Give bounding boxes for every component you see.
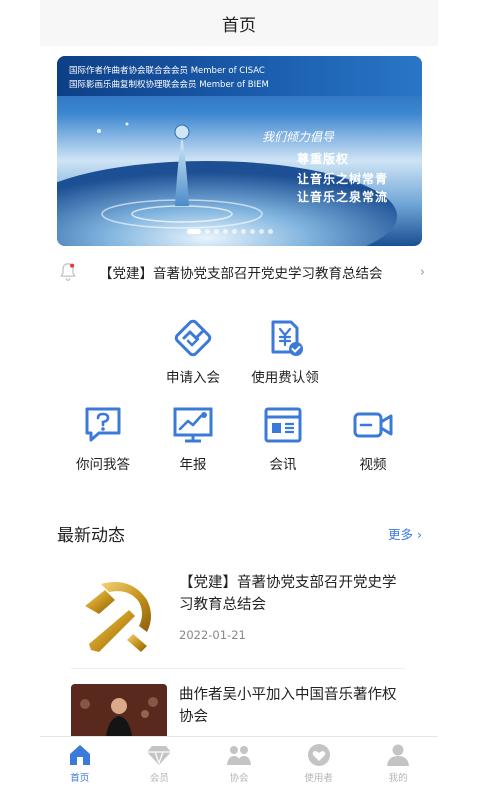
page-title: 首页 xyxy=(222,15,256,36)
carousel-dot[interactable] xyxy=(187,229,201,234)
shortcut-annual-report[interactable]: 年报 xyxy=(153,403,233,473)
carousel-dot[interactable] xyxy=(250,229,255,234)
tab-label: 会员 xyxy=(149,773,169,784)
banner-slogan-1: 我们倾力倡导 xyxy=(262,130,335,144)
home-icon xyxy=(69,745,90,765)
carousel-dot[interactable] xyxy=(241,229,246,234)
banner-carousel[interactable]: 国际作者作曲者协会联合会会员 Member of CISAC 国际影画乐曲复制权… xyxy=(57,56,422,246)
news-card-icon xyxy=(264,407,302,443)
news-date: 2022-01-21 xyxy=(179,628,246,642)
banner-slogan-4: 让音乐之泉常流 xyxy=(297,190,389,204)
shortcut-royalty-claim[interactable]: 使用费认领 xyxy=(245,316,325,386)
tab-members[interactable]: 会员 xyxy=(124,743,194,800)
group-icon xyxy=(226,746,251,765)
carousel-dot[interactable] xyxy=(223,229,228,234)
news-title: 曲作者吴小平加入中国音乐著作权协会 xyxy=(179,687,397,725)
shortcut-newsletter[interactable]: 会讯 xyxy=(243,403,323,473)
tab-mine[interactable]: 我的 xyxy=(363,743,433,800)
carousel-dot[interactable] xyxy=(214,229,219,234)
tab-association[interactable]: 协会 xyxy=(204,743,274,800)
more-link[interactable]: 更多 › xyxy=(388,524,422,543)
tab-home[interactable]: 首页 xyxy=(45,743,115,800)
shortcut-apply-membership[interactable]: 申请入会 xyxy=(153,316,233,386)
question-bubble-icon xyxy=(85,407,121,442)
party-emblem-image xyxy=(69,570,165,660)
video-camera-icon xyxy=(353,412,393,438)
heart-icon xyxy=(307,744,330,766)
banner-line-cisac: 国际作者作曲者协会联合会会员 Member of CISAC xyxy=(69,66,265,76)
news-title: 【党建】音著协党支部召开党史学习教育总结会 xyxy=(179,575,397,613)
shortcut-label: 使用费认领 xyxy=(251,370,319,386)
tab-label: 首页 xyxy=(70,773,90,784)
tab-users[interactable]: 使用者 xyxy=(284,743,354,800)
tab-label: 使用者 xyxy=(304,773,333,784)
news-divider xyxy=(71,668,405,669)
user-icon xyxy=(387,744,410,766)
carousel-indicators xyxy=(187,229,273,234)
diamond-icon xyxy=(147,746,172,765)
shortcut-label: 你问我答 xyxy=(76,457,130,473)
banner-header-strip: 国际作者作曲者协会联合会会员 Member of CISAC 国际影画乐曲复制权… xyxy=(57,56,422,96)
news-section-title: 最新动态 xyxy=(57,525,125,546)
bottom-tab-bar: 首页 会员 协会 使用者 我的 xyxy=(40,736,438,800)
top-bar: 首页 xyxy=(40,0,438,46)
banner-slogan-3: 让音乐之树常青 xyxy=(297,172,389,186)
news-section-header: 最新动态 更多 › xyxy=(57,520,422,546)
shortcut-label: 会讯 xyxy=(269,457,297,473)
notice-text: 【党建】音著协党支部召开党史学习教育总结会 xyxy=(99,266,383,282)
carousel-dot[interactable] xyxy=(205,229,210,234)
carousel-dot[interactable] xyxy=(259,229,264,234)
shortcut-video[interactable]: 视频 xyxy=(333,403,413,473)
news-item[interactable]: 【党建】音著协党支部召开党史学习教育总结会 2022-01-21 xyxy=(57,562,422,670)
tab-label: 协会 xyxy=(229,773,249,784)
news-item[interactable]: 曲作者吴小平加入中国音乐著作权协会 xyxy=(57,682,422,744)
concert-photo-image xyxy=(71,684,167,744)
carousel-dot[interactable] xyxy=(232,229,237,234)
banner-line-biem: 国际影画乐曲复制权协理联会会员 Member of BIEM xyxy=(69,80,269,90)
carousel-dot[interactable] xyxy=(268,229,273,234)
chevron-right-icon: › xyxy=(419,264,425,280)
tab-label: 我的 xyxy=(388,773,408,784)
monitor-chart-icon xyxy=(173,407,213,443)
yen-document-icon xyxy=(271,320,303,356)
shortcut-faq[interactable]: 你问我答 xyxy=(63,403,143,473)
app-screen: 首页 国际作者作曲者协会联合会会员 Member of CISAC 国际影画乐曲… xyxy=(40,0,438,800)
banner-slogan-2: 尊重版权 xyxy=(297,152,350,166)
shortcut-label: 年报 xyxy=(179,457,207,473)
handshake-icon xyxy=(174,319,212,357)
shortcut-label: 申请入会 xyxy=(166,370,220,386)
bell-icon xyxy=(60,263,76,281)
shortcut-label: 视频 xyxy=(359,457,387,473)
notice-bar[interactable]: 【党建】音著协党支部召开党史学习教育总结会 › xyxy=(57,258,425,286)
